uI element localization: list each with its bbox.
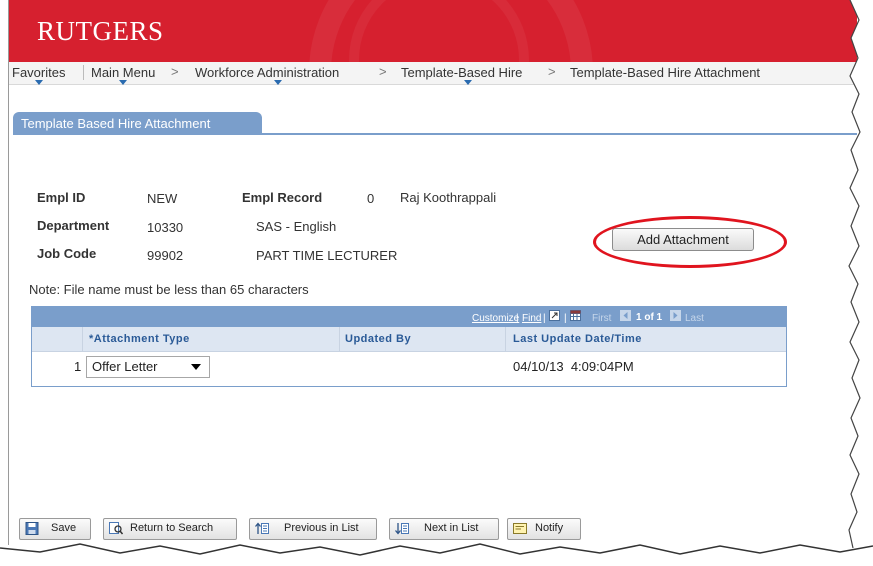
attachment-type-select[interactable]: Offer Letter [86, 356, 210, 378]
nav-divider [83, 65, 84, 80]
download-grid-icon[interactable] [570, 310, 581, 321]
empl-id-label: Empl ID [37, 190, 86, 205]
grid-navigation-bar: Customize | Find | | First 1 of 1 Last [32, 307, 786, 327]
attachment-type-value: Offer Letter [92, 359, 158, 374]
department-description: SAS - English [256, 219, 337, 234]
torn-edge-bottom [0, 543, 873, 566]
col-last-update[interactable]: Last Update Date/Time [513, 333, 642, 345]
last-link: Last [685, 313, 704, 324]
tab-label: Template Based Hire Attachment [21, 116, 211, 131]
breadcrumb-template-based-hire-attachment[interactable]: Template-Based Hire Attachment [570, 65, 760, 80]
department-label: Department [37, 218, 110, 233]
seal-watermark-inner [349, 0, 529, 62]
nav-bar: Favorites Main Menu > Workforce Administ… [9, 62, 857, 85]
employee-name: Raj Koothrappali [400, 190, 497, 205]
main-menu-dropdown-icon[interactable] [119, 80, 127, 85]
job-code-label: Job Code [37, 246, 97, 261]
breadcrumb-template-based-hire[interactable]: Template-Based Hire [401, 65, 522, 80]
first-link: First [592, 313, 612, 324]
favorites-dropdown-icon[interactable] [35, 80, 43, 85]
job-code-value: 99902 [147, 248, 184, 263]
page-frame: RUTGERS Favorites Main Menu > Workforce … [8, 0, 857, 545]
empl-id-value: NEW [147, 191, 178, 206]
file-name-note: Note: File name must be less than 65 cha… [29, 282, 309, 297]
empl-record-label: Empl Record [242, 190, 323, 205]
favorites-menu[interactable]: Favorites [12, 65, 65, 80]
highlight-ellipse [593, 216, 787, 268]
row-range: 1 of 1 [636, 312, 663, 323]
previous-row-icon [620, 310, 631, 321]
breadcrumb-separator: > [171, 64, 179, 79]
torn-edge-right [847, 0, 873, 566]
row-number: 1 [74, 359, 82, 374]
dropdown-arrow-icon[interactable] [191, 364, 201, 370]
header-banner: RUTGERS [9, 0, 857, 62]
tab-underline [13, 133, 857, 135]
col-updated-by[interactable]: Updated By [345, 333, 411, 345]
attachment-grid: Customize | Find | | First 1 of 1 Last *… [31, 306, 787, 387]
workforce-dropdown-icon[interactable] [274, 80, 282, 85]
tab-template-based-hire-attachment[interactable]: Template Based Hire Attachment [13, 112, 262, 134]
department-value: 10330 [147, 220, 184, 235]
customize-link[interactable]: Customize [472, 313, 519, 324]
main-menu[interactable]: Main Menu [91, 65, 155, 80]
job-code-description: PART TIME LECTURER [256, 248, 398, 263]
view-all-icon[interactable] [549, 310, 560, 321]
find-link[interactable]: Find [522, 313, 541, 324]
rutgers-logo: RUTGERS [37, 16, 164, 46]
table-row: 1 Offer Letter 04/10/13 4:09:04PM [32, 352, 786, 380]
empl-record-value: 0 [367, 191, 375, 206]
template-hire-dropdown-icon[interactable] [464, 80, 472, 85]
grid-header: *Attachment Type Updated By Last Update … [32, 327, 786, 352]
col-attachment-type[interactable]: *Attachment Type [89, 333, 190, 345]
last-update-value: 04/10/13 4:09:04PM [513, 359, 634, 374]
breadcrumb-separator: > [379, 64, 387, 79]
next-row-icon [670, 310, 681, 321]
breadcrumb-separator: > [548, 64, 556, 79]
breadcrumb-workforce-administration[interactable]: Workforce Administration [195, 65, 339, 80]
